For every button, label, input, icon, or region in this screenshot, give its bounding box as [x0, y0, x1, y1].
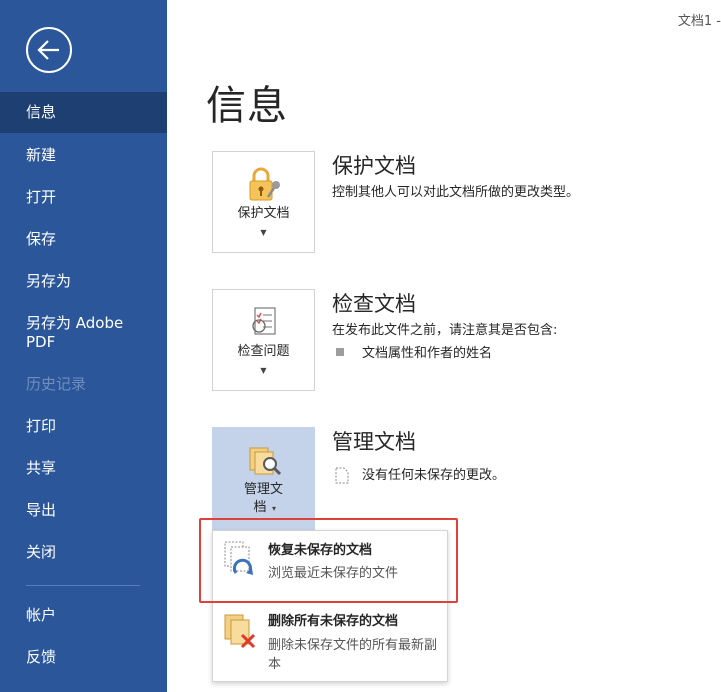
nav-item-save[interactable]: 保存: [0, 230, 167, 249]
manage-docs-icon: [249, 447, 282, 476]
back-button[interactable]: [26, 27, 72, 73]
nav-item-save-as-pdf[interactable]: 另存为 Adobe PDF: [0, 314, 150, 352]
nav-item-history: 历史记录: [26, 375, 87, 393]
inspect-bullet-item: 文档属性和作者的姓名: [362, 346, 493, 361]
chevron-down-icon: ▼: [260, 366, 267, 375]
document-icon: [335, 467, 349, 484]
manage-section-title: 管理文档: [332, 430, 416, 454]
nav-item-open[interactable]: 打开: [0, 188, 167, 207]
nav-item-close[interactable]: 关闭: [0, 543, 167, 562]
lock-key-icon: [249, 167, 280, 201]
protect-section-description: 控制其他人可以对此文档所做的更改类型。: [332, 185, 580, 200]
check-for-issues-button[interactable]: 检查问题 ▼: [212, 289, 315, 391]
nav-item-account[interactable]: 帐户: [0, 606, 167, 625]
inspect-section-description: 在发布此文件之前，请注意其是否包含:: [332, 323, 558, 338]
manage-status-text: 没有任何未保存的更改。: [362, 468, 506, 483]
nav-item-export[interactable]: 导出: [0, 501, 167, 520]
nav-item-save-as[interactable]: 另存为: [0, 272, 167, 291]
page-title: 信息: [206, 83, 288, 129]
chevron-down-icon: ▾: [271, 504, 276, 513]
nav-divider: [26, 585, 140, 586]
nav-item-print[interactable]: 打印: [0, 417, 167, 436]
inspect-checklist-icon: [252, 307, 276, 335]
protect-section-title: 保护文档: [332, 154, 416, 178]
check-for-issues-label: 检查问题: [237, 344, 290, 359]
chevron-down-icon: ▼: [260, 228, 267, 237]
nav-item-info[interactable]: 信息: [0, 92, 167, 133]
manage-document-label-line1: 管理文: [243, 482, 283, 497]
delete-unsaved-documents-item[interactable]: 删除所有未保存的文档 删除未保存文件的所有最新副本: [213, 605, 447, 681]
protect-document-button[interactable]: 保护文档 ▼: [212, 151, 315, 253]
back-arrow-icon: [37, 40, 59, 60]
nav-item-feedback[interactable]: 反馈: [0, 648, 167, 667]
backstage-sidebar: 信息 新建 打开 保存 另存为 另存为 Adobe PDF 历史记录 打印 共享…: [0, 0, 167, 692]
delete-item-description: 删除未保存文件的所有最新副本: [268, 638, 438, 672]
highlight-annotation-box: [199, 518, 458, 603]
manage-document-label-line2: 档: [253, 500, 267, 515]
nav-item-new[interactable]: 新建: [0, 146, 167, 165]
protect-document-label: 保护文档: [237, 206, 290, 221]
nav-item-share[interactable]: 共享: [0, 459, 167, 478]
bullet-square-icon: [336, 348, 344, 356]
delete-item-title: 删除所有未保存的文档: [268, 614, 399, 629]
inspect-section-title: 检查文档: [332, 292, 416, 316]
delete-docs-icon: [224, 614, 256, 649]
document-title: 文档1 -: [677, 14, 721, 29]
